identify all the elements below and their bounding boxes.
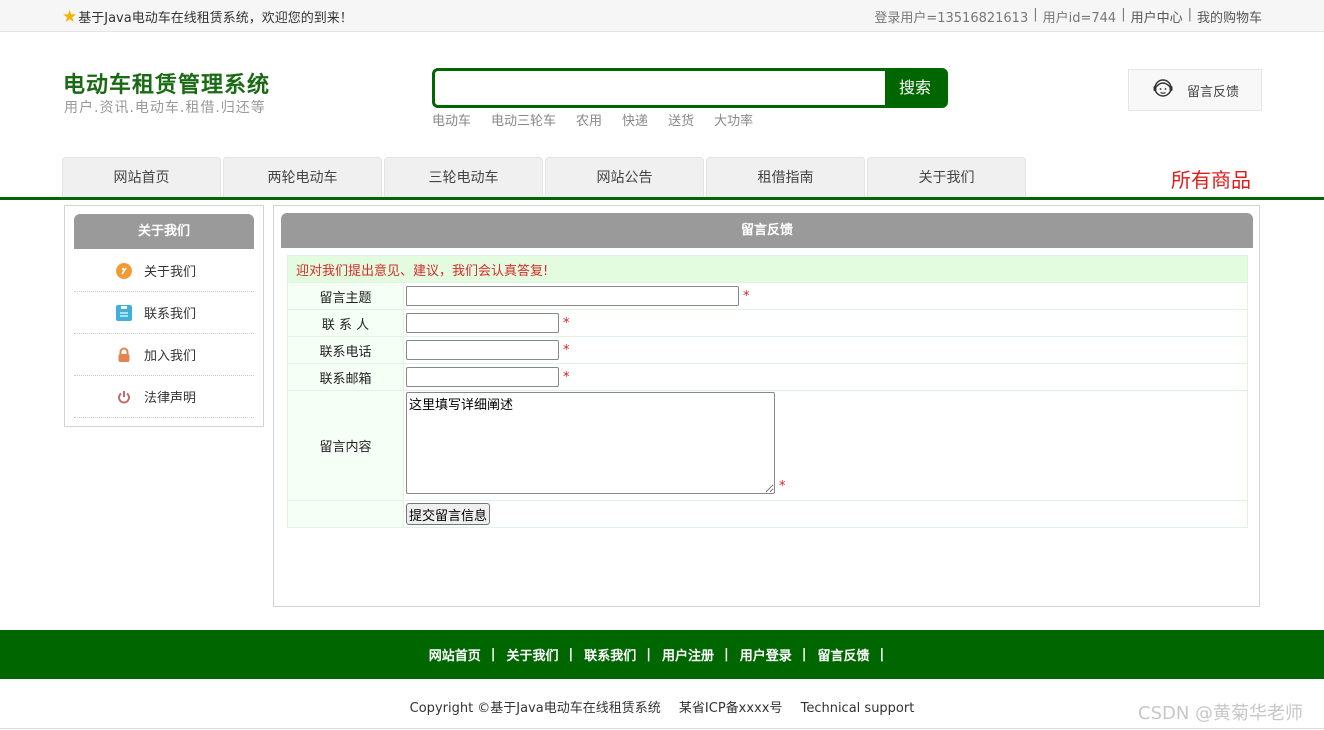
hotword-link[interactable]: 快递 [622,110,648,129]
required-mark: * [779,478,786,494]
lock-icon [116,347,132,363]
panel-title: 留言反馈 [281,213,1253,248]
site-subtitle: 用户.资讯.电动车.租借.归还等 [64,100,266,116]
feedback-panel: 留言反馈 迎对我们提出意见、建议，我们会认真答复! 留言主题 * 联 系 人 *… [273,205,1260,607]
contact-input[interactable] [406,313,559,333]
nav-item-guide[interactable]: 租借指南 [706,157,865,197]
subject-label: 留言主题 [287,282,404,310]
submit-cell: 提交留言信息 [403,500,1248,528]
separator: | [490,647,496,662]
email-input[interactable] [406,367,559,387]
contact-cell: * [403,309,1248,337]
feedback-entry-label: 留言反馈 [1187,84,1240,100]
sidebar-list: 关于我们 联系我们 加入我们 法律声明 [74,250,254,418]
nav-divider [0,197,1324,200]
phone-label: 联系电话 [287,336,404,364]
login-user-text: 登录用户=13516821613 [874,11,1029,26]
main-nav: 网站首页 两轮电动车 三轮电动车 网站公告 租借指南 关于我们 [62,157,1026,197]
nav-item-two-wheel[interactable]: 两轮电动车 [223,157,382,197]
clipboard-icon [116,304,132,321]
required-mark: * [563,315,570,331]
bottom-divider [0,728,1324,729]
hotword-link[interactable]: 大功率 [714,110,753,129]
separator: | [646,647,651,662]
submit-button[interactable]: 提交留言信息 [406,503,491,525]
subject-input[interactable] [406,286,739,306]
content-textarea[interactable]: 这里填写详细阐述 [406,391,775,494]
nav-item-notice[interactable]: 网站公告 [545,157,704,197]
sidebar-item-label: 加入我们 [144,349,197,364]
submit-label-cell [287,500,404,528]
welcome-text: 基于Java电动车在线租赁系统，欢迎您的到来！ [78,11,353,26]
required-mark: * [563,369,570,385]
phone-cell: * [403,336,1248,364]
search-bar: 搜索 [432,68,948,108]
nav-item-three-wheel[interactable]: 三轮电动车 [384,157,543,197]
search-input[interactable] [435,71,887,105]
form-notice: 迎对我们提出意见、建议，我们会认真答复! [287,255,1248,283]
sidebar-item-contact[interactable]: 联系我们 [74,292,254,334]
footer-link-about[interactable]: 关于我们 [506,645,558,664]
user-center-link[interactable]: 用户中心 [1131,7,1183,26]
cart-link[interactable]: 我的购物车 [1197,7,1262,26]
sidebar-item-legal[interactable]: 法律声明 [74,376,254,418]
copyright-text: Copyright ©基于Java电动车在线租赁系统 [409,701,661,716]
welcome-message: ★ 基于Java电动车在线租赁系统，欢迎您的到来！ [62,7,353,26]
sidebar-item-label: 关于我们 [144,265,197,280]
footer-link-feedback[interactable]: 留言反馈 [818,645,870,664]
contact-label: 联 系 人 [287,309,404,337]
nav-item-about[interactable]: 关于我们 [867,157,1026,197]
top-bar: ★ 基于Java电动车在线租赁系统，欢迎您的到来！ 登录用户=135168216… [0,0,1324,32]
sidebar-item-label: 法律声明 [144,391,197,406]
support-text: Technical support [800,701,915,716]
separator: | [1033,7,1038,22]
email-cell: * [403,363,1248,391]
watermark: CSDN @黄菊华老师 [1138,703,1304,724]
content-cell: 这里填写详细阐述* [403,390,1248,501]
user-info: 登录用户=13516821613 | 用户id=744 | 用户中心 | 我的购… [874,7,1262,26]
coin-icon [116,262,132,279]
star-icon: ★ [62,6,78,27]
separator: | [1121,7,1126,22]
sidebar: 关于我们 关于我们 联系我们 加入我们 法律声明 [64,205,264,427]
feedback-form: 迎对我们提出意见、建议，我们会认真答复! 留言主题 * 联 系 人 * 联系电话… [287,255,1248,528]
phone-input[interactable] [406,340,559,360]
required-mark: * [563,342,570,358]
site-title[interactable]: 电动车租赁管理系统 [63,67,270,99]
hotword-link[interactable]: 送货 [668,110,694,129]
nav-item-home[interactable]: 网站首页 [62,157,221,197]
icp-text: 某省ICP备xxxx号 [678,701,783,716]
hotword-link[interactable]: 电动三轮车 [491,110,556,129]
sidebar-item-join[interactable]: 加入我们 [74,334,254,376]
feedback-entry-button[interactable]: 留言反馈 [1128,69,1262,111]
search-button[interactable]: 搜索 [885,71,945,105]
hot-keywords: 电动车 电动三轮车 农用 快递 送货 大功率 [432,110,753,129]
sidebar-item-about[interactable]: 关于我们 [74,250,254,292]
headset-agent-icon [1151,76,1175,104]
all-goods-link[interactable]: 所有商品 [1171,164,1251,193]
content-label: 留言内容 [287,390,404,501]
copyright-line: Copyright ©基于Java电动车在线租赁系统 某省ICP备xxxx号 T… [0,697,1324,716]
separator: | [724,647,729,662]
separator: | [879,647,885,662]
footer-link-register[interactable]: 用户注册 [662,645,714,664]
user-id-text: 用户id=744 [1042,11,1117,26]
separator: | [801,647,807,662]
sidebar-title: 关于我们 [74,214,254,249]
footer-link-home[interactable]: 网站首页 [429,645,481,664]
footer-link-contact[interactable]: 联系我们 [584,645,636,664]
footer-nav: 网站首页 | 关于我们 | 联系我们 | 用户注册 | 用户登录 | 留言反馈 | [0,630,1324,679]
separator: | [568,647,574,662]
email-label: 联系邮箱 [287,363,404,391]
hotword-link[interactable]: 电动车 [432,110,471,129]
subject-cell: * [403,282,1248,310]
separator: | [1187,7,1192,22]
footer-link-login[interactable]: 用户登录 [740,645,792,664]
required-mark: * [743,288,750,304]
sidebar-item-label: 联系我们 [144,307,197,322]
hotword-link[interactable]: 农用 [576,110,602,129]
power-icon [116,389,132,405]
